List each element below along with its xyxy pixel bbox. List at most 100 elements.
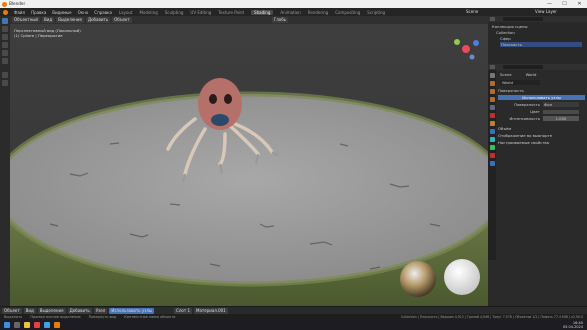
bottom-menu-node[interactable]: Узел: [93, 307, 108, 314]
particles-tab-icon[interactable]: [489, 137, 495, 142]
select-tool-icon[interactable]: [2, 18, 8, 24]
data-tab-icon[interactable]: [489, 161, 495, 166]
world-datablock[interactable]: World: [500, 80, 540, 85]
menu-bar: Файл Правка Видимые Окно Справка Layout …: [0, 8, 587, 16]
workspace-tab-compositing[interactable]: Compositing: [335, 10, 360, 15]
world-tab-icon[interactable]: [489, 113, 495, 118]
bottom-menu-view[interactable]: Вид: [23, 307, 36, 314]
properties-tabs: [488, 70, 496, 260]
material-selector[interactable]: Материал.001: [194, 307, 228, 314]
minimize-button[interactable]: —: [542, 0, 557, 8]
telegram-icon[interactable]: [44, 322, 50, 328]
material-slot[interactable]: Слот 1: [174, 307, 192, 314]
surface-value[interactable]: Фон: [543, 102, 579, 107]
scene-selector[interactable]: Scene: [466, 9, 478, 14]
menu-view[interactable]: Вид: [42, 17, 55, 23]
platform-floor: [10, 94, 488, 284]
scale-tool-icon[interactable]: [2, 50, 8, 56]
menu-render[interactable]: Видимые: [52, 10, 71, 15]
workspace-tab-rendering[interactable]: Rendering: [308, 10, 328, 15]
menu-file[interactable]: Файл: [14, 10, 25, 15]
window-title: Blender: [9, 1, 26, 6]
hdri-preview-sphere: [400, 261, 436, 297]
bottom-mode-selector[interactable]: Объект: [2, 307, 22, 314]
output-tab-icon[interactable]: [489, 89, 495, 94]
surface-label: Поверхность: [514, 102, 540, 107]
bottom-menu-add[interactable]: Добавить: [67, 307, 92, 314]
explorer-icon[interactable]: [24, 322, 30, 328]
section-custom-properties[interactable]: Настраиваемые свойства: [498, 140, 587, 145]
outliner-item-plane[interactable]: Плоскость: [500, 42, 582, 47]
browser-icon[interactable]: [34, 322, 40, 328]
modifier-tab-icon[interactable]: [489, 129, 495, 134]
shader-editor-header: Объект Вид Выделение Добавить Узел Испол…: [0, 306, 587, 314]
section-viewport-display[interactable]: Отображение во вьюпорте: [498, 133, 587, 138]
section-volume[interactable]: Объём: [498, 126, 587, 131]
tab-world[interactable]: World: [526, 72, 537, 77]
clock-date: 05.04.2024: [562, 325, 583, 329]
physics-tab-icon[interactable]: [489, 145, 495, 150]
view-layer-selector[interactable]: View Layer: [535, 9, 557, 14]
section-surface[interactable]: Поверхность: [498, 88, 587, 93]
viewport-scene: [10, 39, 488, 306]
properties-search[interactable]: [503, 65, 543, 69]
object-tab-icon[interactable]: [489, 121, 495, 126]
workspace-tab-layout[interactable]: Layout: [119, 10, 133, 15]
editor-type-icon[interactable]: [490, 17, 495, 21]
cursor-tool-icon[interactable]: [2, 26, 8, 32]
status-rotate: Повернуть вид: [88, 315, 117, 319]
outliner-search[interactable]: [503, 17, 543, 21]
material-tab-icon[interactable]: [489, 153, 495, 158]
use-nodes-button[interactable]: Использовать узлы: [498, 95, 585, 100]
bottom-menu-select[interactable]: Выделение: [37, 307, 66, 314]
status-box-select: Прямоугольное выделение: [30, 315, 81, 319]
menu-window[interactable]: Окно: [78, 10, 89, 15]
strength-value[interactable]: 1.000: [543, 116, 579, 121]
properties-editor-icon[interactable]: [490, 65, 495, 69]
viewport-header: Объектный Вид Выделение Добавить Объект …: [10, 16, 488, 24]
workspace-tab-scripting[interactable]: Scripting: [367, 10, 385, 15]
tool-tab-icon[interactable]: [489, 73, 495, 78]
outliner-scene-collection[interactable]: Коллекция сцены: [492, 24, 587, 29]
menu-add[interactable]: Добавить: [85, 17, 111, 23]
mode-selector[interactable]: Объектный: [12, 17, 41, 23]
status-context-menu: Контекстное меню объекта: [124, 315, 176, 319]
viewport-info-line2: (1) Сphere | Перекрытие: [14, 33, 63, 38]
os-taskbar: 16:40 05.04.2024: [0, 320, 587, 330]
workspace-tab-animation[interactable]: Animation: [280, 10, 300, 15]
render-tab-icon[interactable]: [489, 81, 495, 86]
close-button[interactable]: ✕: [572, 0, 587, 8]
annotate-tool-icon[interactable]: [2, 72, 8, 78]
workspace-tab-texture[interactable]: Texture Paint: [218, 10, 244, 15]
outliner-collection[interactable]: Collection: [496, 30, 587, 35]
menu-object[interactable]: Объект: [112, 17, 132, 23]
menu-help[interactable]: Справка: [94, 10, 112, 15]
color-swatch[interactable]: [543, 109, 579, 114]
workspace-tab-shading[interactable]: Shading: [251, 9, 274, 15]
blender-taskbar-icon[interactable]: [54, 322, 60, 328]
maximize-button[interactable]: ☐: [557, 0, 572, 8]
scene-tab-icon[interactable]: [489, 105, 495, 110]
menu-select[interactable]: Выделение: [56, 17, 84, 23]
menu-edit[interactable]: Правка: [31, 10, 46, 15]
use-nodes-checkbox[interactable]: Использовать узлы: [109, 307, 155, 314]
tab-scene[interactable]: Scene: [500, 72, 512, 77]
workspace-tab-sculpting[interactable]: Sculpting: [165, 10, 184, 15]
rotate-tool-icon[interactable]: [2, 42, 8, 48]
navigation-gizmo[interactable]: [454, 39, 479, 60]
workspace-tab-modeling[interactable]: Modeling: [140, 10, 158, 15]
blender-logo-icon: [2, 1, 7, 7]
3d-viewport[interactable]: Перспективный вид (Локальный) (1) Сphere…: [10, 24, 488, 306]
workspace-tab-uv[interactable]: UV Editing: [190, 10, 211, 15]
search-icon[interactable]: [14, 322, 20, 328]
transform-orientation[interactable]: Глобь: [271, 17, 289, 23]
blender-menu-icon[interactable]: [3, 9, 8, 15]
diffuse-preview-sphere: [444, 259, 480, 295]
move-tool-icon[interactable]: [2, 34, 8, 40]
view-layer-tab-icon[interactable]: [489, 97, 495, 102]
measure-tool-icon[interactable]: [2, 80, 8, 86]
status-select: Выделить: [4, 315, 23, 319]
start-icon[interactable]: [4, 322, 10, 328]
transform-tool-icon[interactable]: [2, 58, 8, 64]
outliner-item-sphere[interactable]: Сфер: [500, 36, 587, 41]
